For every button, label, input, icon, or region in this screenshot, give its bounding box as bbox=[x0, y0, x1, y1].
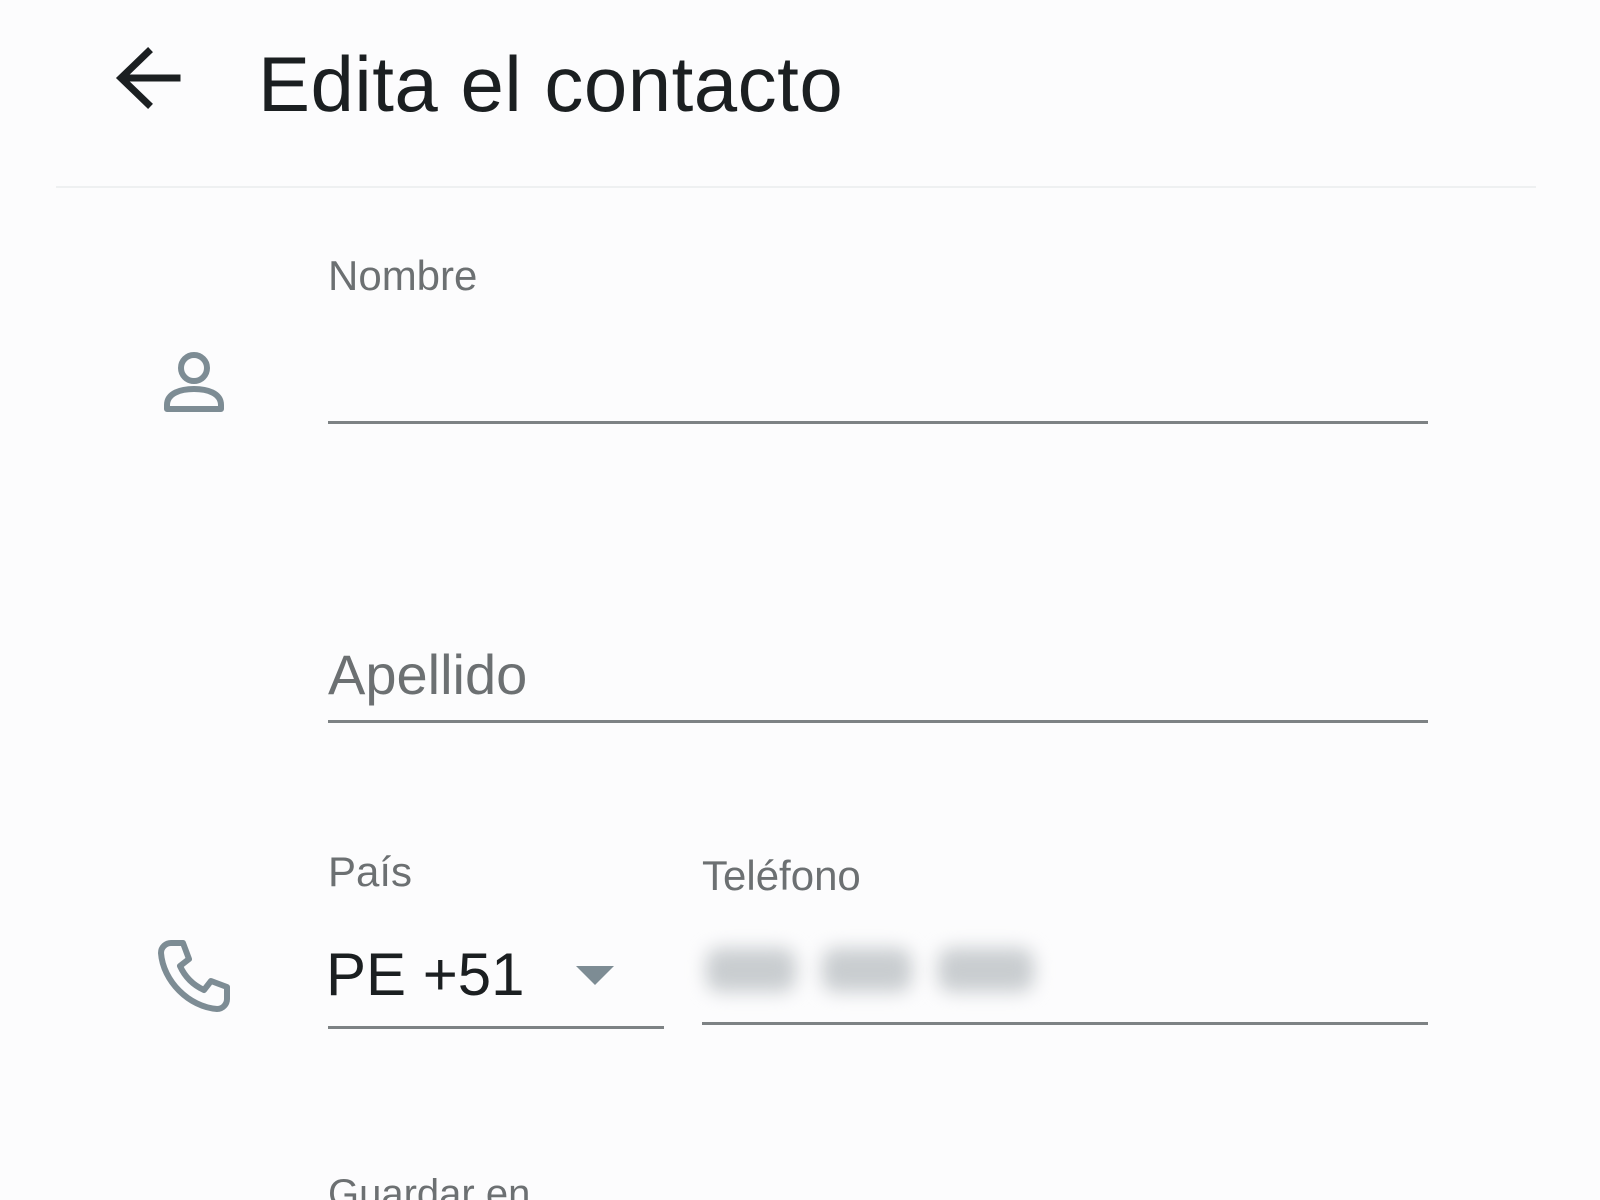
phone-number-input[interactable] bbox=[696, 930, 1066, 1010]
header-divider bbox=[56, 186, 1536, 188]
phone-underline bbox=[702, 1022, 1428, 1025]
edit-contact-screen: Edita el contacto Nombre País PE +51 Tel… bbox=[0, 0, 1600, 1200]
first-name-underline bbox=[328, 421, 1428, 424]
page-title: Edita el contacto bbox=[258, 40, 844, 128]
dropdown-arrow-icon bbox=[576, 966, 614, 985]
country-label: País bbox=[328, 848, 413, 895]
person-icon bbox=[156, 344, 232, 420]
last-name-underline bbox=[328, 720, 1428, 723]
country-code-value: PE +51 bbox=[326, 941, 525, 1008]
phone-label: Teléfono bbox=[702, 852, 861, 899]
redacted-digits bbox=[706, 948, 796, 992]
first-name-label: Nombre bbox=[328, 252, 478, 299]
redacted-digits bbox=[938, 948, 1034, 992]
phone-icon bbox=[156, 938, 232, 1014]
redacted-digits bbox=[822, 948, 912, 992]
save-in-label: Guardar en bbox=[328, 1172, 531, 1200]
country-underline bbox=[328, 1026, 664, 1029]
app-bar: Edita el contacto bbox=[0, 0, 1600, 186]
country-code-dropdown[interactable]: PE +51 bbox=[326, 930, 666, 1010]
last-name-input[interactable] bbox=[328, 634, 1428, 714]
back-button[interactable] bbox=[106, 36, 190, 120]
arrow-left-icon bbox=[115, 47, 181, 109]
first-name-input[interactable] bbox=[328, 330, 1428, 410]
